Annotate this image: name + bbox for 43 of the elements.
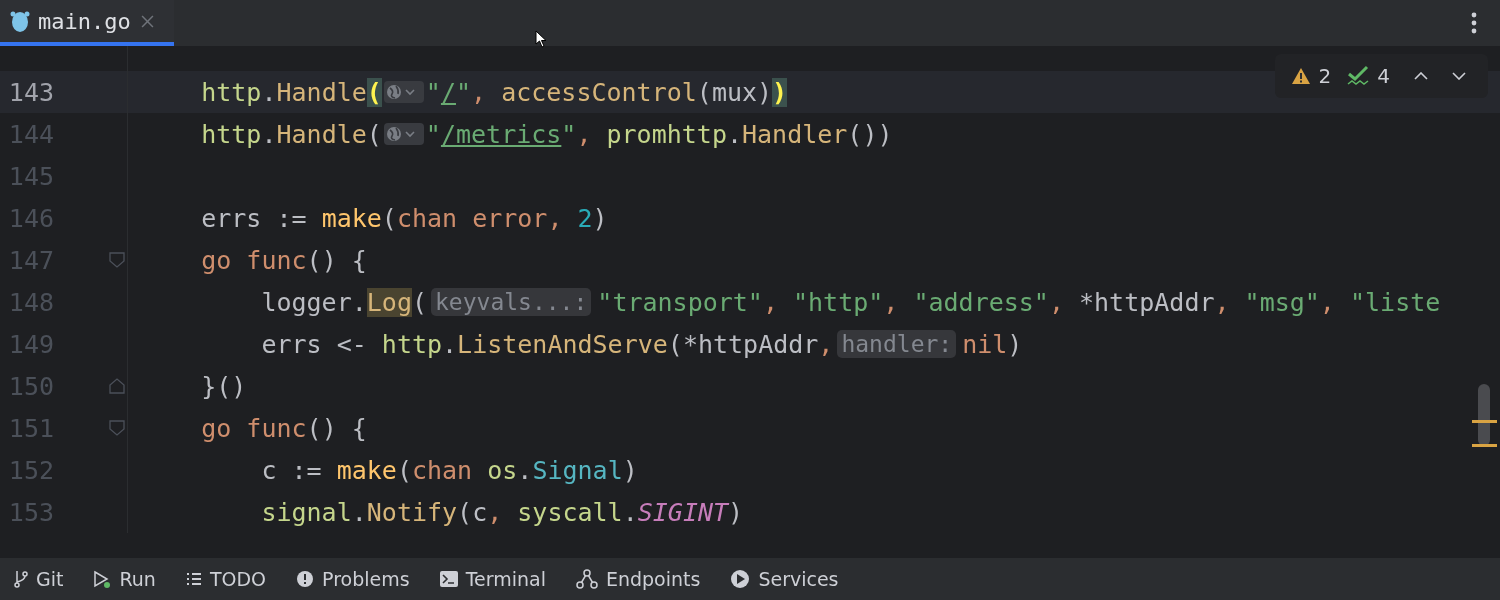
code-text: }() <box>200 371 247 401</box>
terminal-icon <box>439 571 458 587</box>
file-tab[interactable]: main.go <box>0 0 174 46</box>
branch-icon <box>14 570 28 588</box>
globe-icon[interactable] <box>383 123 424 145</box>
code-text: http.Handle( <box>200 119 382 149</box>
globe-icon[interactable] <box>383 81 424 103</box>
tool-window-button[interactable]: Problems <box>296 568 410 590</box>
code-text: "/metrics", promhttp.Handler()) <box>425 119 893 149</box>
code-text: logger.Log( <box>260 287 427 317</box>
services-icon <box>730 569 751 589</box>
check-count: 4 <box>1377 64 1390 88</box>
parameter-hint: handler: <box>837 330 957 358</box>
list-icon <box>185 572 202 586</box>
code-text: go func() { <box>200 413 367 443</box>
code-text: go func() { <box>200 245 367 275</box>
run-icon <box>93 570 112 588</box>
parameter-hint: keyvals...: <box>431 288 592 316</box>
tool-window-button[interactable]: Terminal <box>439 568 546 590</box>
tool-window-button[interactable]: Endpoints <box>575 568 701 590</box>
close-icon[interactable] <box>140 14 154 28</box>
code-text: errs := make(chan error, 2) <box>200 203 608 233</box>
file-icon <box>10 9 30 33</box>
code-text: nil) <box>962 329 1023 359</box>
mouse-pointer-icon <box>535 30 547 48</box>
warning-count: 2 <box>1318 64 1332 88</box>
tool-window-button[interactable]: Run <box>93 568 156 590</box>
code-text: "transport", "http", "address", *httpAddr, "msg", "liste <box>597 287 1441 317</box>
code-text: errs <- http.ListenAndServe(*httpAddr, <box>260 329 834 359</box>
code-text: "/", accessControl(mux)) <box>425 77 788 107</box>
tool-window-button[interactable]: Git <box>14 568 64 590</box>
code-text: c := make(chan os.Signal) <box>260 455 638 485</box>
scrollbar-drawing[interactable] <box>1472 384 1498 450</box>
endpoints-icon <box>575 569 598 589</box>
tool-window-button[interactable]: Services <box>730 568 839 590</box>
warning-icon[interactable] <box>1290 67 1311 85</box>
tool-window-button[interactable]: TODO <box>185 568 267 590</box>
problems-icon <box>296 570 315 588</box>
line-number: 143 <box>7 77 54 107</box>
more-icon[interactable] <box>1471 12 1477 34</box>
code-text: signal.Notify(c, syscall.SIGINT) <box>260 497 744 527</box>
check-icon[interactable] <box>1347 65 1370 87</box>
code-text: http.Handle( <box>200 77 382 107</box>
